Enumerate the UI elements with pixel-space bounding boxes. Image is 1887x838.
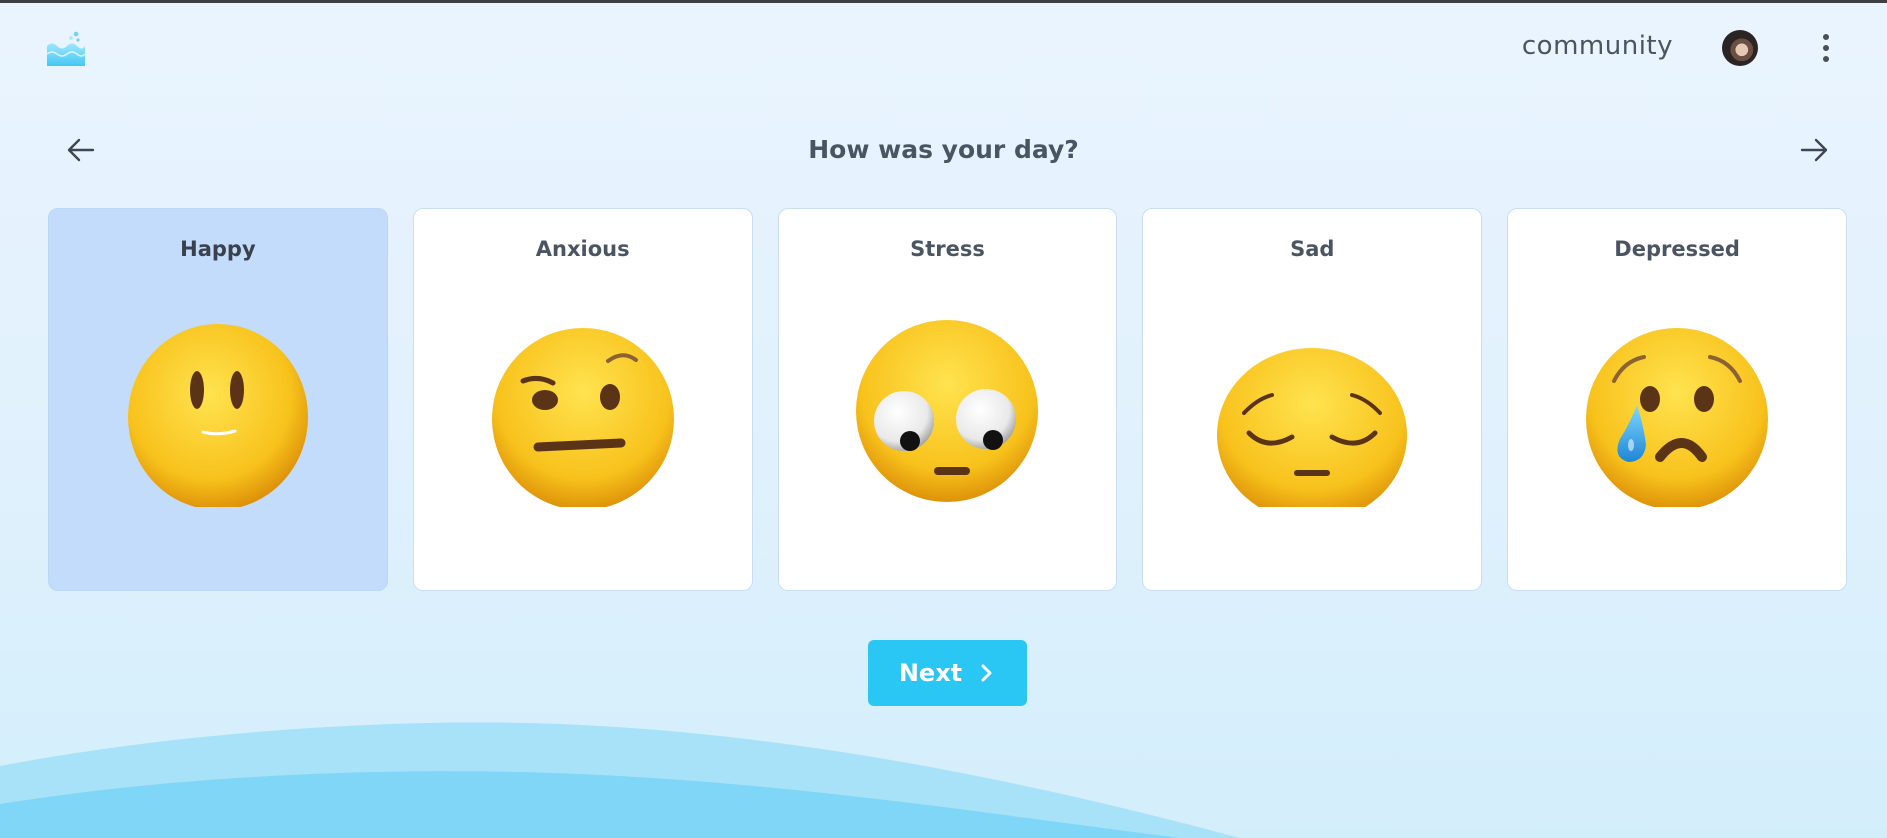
mood-card-anxious[interactable]: Anxious — [412, 208, 753, 591]
face-with-raised-eyebrow-icon — [491, 328, 674, 507]
chevron-right-icon — [981, 664, 992, 682]
top-border — [0, 0, 1887, 3]
mood-card-label: Stress — [910, 237, 985, 261]
page-title: How was your day? — [808, 135, 1079, 164]
mood-card-stress[interactable]: Stress — [777, 208, 1118, 591]
mood-card-label: Anxious — [535, 237, 630, 261]
mood-card-label: Happy — [180, 237, 256, 261]
crying-face-icon — [1586, 328, 1769, 507]
mood-card-list: Happy Anxious Stress Sad Depressed — [48, 208, 1847, 591]
pensive-face-icon — [1217, 348, 1408, 507]
kebab-menu-icon[interactable] — [1812, 32, 1840, 64]
wave-decoration — [0, 722, 1240, 838]
community-link[interactable]: community — [1522, 31, 1673, 61]
mood-card-label: Sad — [1290, 237, 1335, 261]
avatar[interactable] — [1722, 30, 1758, 66]
arrow-right-icon[interactable] — [1794, 130, 1834, 170]
waves-logo-icon[interactable] — [46, 28, 86, 66]
mood-card-sad[interactable]: Sad — [1142, 208, 1483, 591]
face-with-googly-eyes-icon — [856, 320, 1039, 502]
mood-card-label: Depressed — [1614, 237, 1740, 261]
next-button[interactable]: Next — [868, 640, 1027, 706]
mood-card-depressed[interactable]: Depressed — [1507, 208, 1847, 591]
next-button-label: Next — [898, 659, 963, 687]
slightly-smiling-face-icon — [127, 324, 308, 507]
mood-card-happy[interactable]: Happy — [48, 208, 388, 591]
